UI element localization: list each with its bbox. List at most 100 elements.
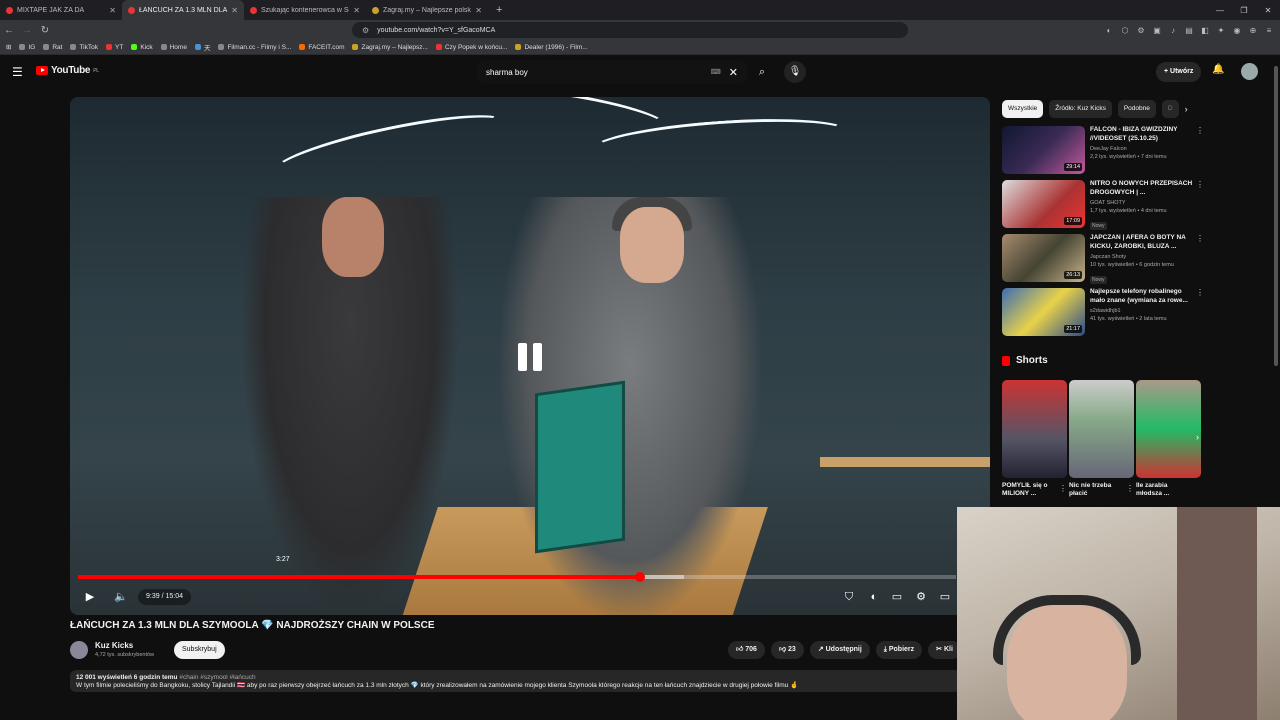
forward-icon[interactable]: → — [18, 25, 36, 36]
extension-icon[interactable]: ♪ — [1168, 26, 1178, 35]
close-tab-icon[interactable]: ✕ — [353, 6, 360, 15]
new-tab-button[interactable]: + — [488, 4, 510, 16]
miniplayer-shield-icon[interactable]: ⛉ — [842, 589, 856, 605]
extension-icon[interactable]: ⊕ — [1248, 26, 1258, 35]
close-tab-icon[interactable]: ✕ — [475, 6, 482, 15]
channel-name[interactable]: s2dawidhjb1 — [1090, 308, 1194, 314]
extension-icon[interactable]: ◐ — [1104, 26, 1114, 35]
bookmark-item[interactable]: YT — [106, 44, 123, 51]
clear-search-icon[interactable]: ✕ — [729, 66, 738, 79]
short-thumbnail[interactable] — [1002, 380, 1067, 478]
more-options-icon[interactable]: ⋮ — [1059, 484, 1067, 493]
extension-icon[interactable]: ▣ — [1152, 26, 1162, 35]
dislike-button[interactable]: 👎︎ 23 — [770, 641, 804, 659]
bookmark-item[interactable]: 天 — [194, 42, 210, 52]
extension-icon[interactable]: ⬡ — [1120, 26, 1130, 35]
site-info-icon[interactable]: ⚙ — [362, 26, 369, 35]
bookmark-item[interactable]: TikTok — [70, 44, 98, 51]
hamburger-menu-icon[interactable]: ☰ — [12, 65, 23, 79]
bookmark-item[interactable]: FACEIT.com — [299, 44, 344, 51]
chevron-right-icon[interactable]: › — [1185, 100, 1188, 118]
download-button[interactable]: ⤓ Pobierz — [875, 641, 923, 659]
bookmark-item[interactable]: Kick — [131, 44, 153, 51]
search-input[interactable]: sharma boy ⌨ ✕ — [476, 60, 748, 84]
minimize-icon[interactable]: — — [1208, 6, 1232, 15]
browser-tab-2[interactable]: ŁAŃCUCH ZA 1.3 MLN DLA S ✕ — [122, 0, 244, 20]
close-tab-icon[interactable]: ✕ — [109, 6, 116, 15]
bookmark-item[interactable]: Rat — [43, 44, 62, 51]
microphone-icon[interactable]: 🎙 — [784, 61, 806, 83]
description-box[interactable]: 12 001 wyświetleń 6 godzin temu #chain #… — [70, 670, 960, 692]
video-title[interactable]: JAPCZAN | AFERA O BOTY NA KICKU, ZAROBKI… — [1090, 234, 1194, 251]
channel-name[interactable]: Japczan Shoty — [1090, 254, 1194, 260]
theater-mode-icon[interactable]: ▭ — [938, 589, 952, 605]
video-title[interactable]: Najlepsze telefony robalinego mało znane… — [1090, 288, 1194, 305]
chip-similar[interactable]: Podobne — [1117, 100, 1156, 118]
browser-menu-icon[interactable]: ≡ — [1264, 26, 1274, 35]
short-item[interactable]: Nic nie trzeba płacić ⋮ — [1069, 380, 1134, 498]
video-thumbnail[interactable]: 17:09 — [1002, 180, 1085, 228]
clip-button[interactable]: ✂ Kli — [928, 641, 961, 659]
channel-name[interactable]: Kuz Kicks — [95, 641, 133, 650]
recommended-video[interactable]: 29:14 FALCON - IBIZA GWIŹDZINY //VIDEOSE… — [1002, 126, 1204, 174]
video-thumbnail[interactable]: 29:14 — [1002, 126, 1085, 174]
short-item[interactable]: POMYLIŁ się o MILIONY ... ⋮ — [1002, 380, 1067, 498]
recommended-video[interactable]: 17:09 NITRO O NOWYCH PRZEPISACH DROGOWYC… — [1002, 180, 1204, 230]
channel-name[interactable]: GOAT SHOTY — [1090, 200, 1194, 206]
back-icon[interactable]: ← — [0, 25, 18, 36]
more-options-icon[interactable]: ⋮ — [1126, 484, 1134, 493]
subscribe-button[interactable]: Subskrybuj — [174, 641, 225, 659]
browser-tab-3[interactable]: Szukając kontenerowca w Somalii - Y✕ — [244, 0, 366, 20]
bookmark-item[interactable]: IG — [19, 44, 35, 51]
settings-gear-icon[interactable]: ⚙ — [914, 589, 928, 605]
browser-tab-4[interactable]: Zagraj.my – Najlepsze polskie quizy✕ — [366, 0, 488, 20]
create-button[interactable]: + Utwórz — [1156, 62, 1202, 82]
more-options-icon[interactable]: ⋮ — [1196, 180, 1204, 189]
video-player[interactable]: 3:27 ▶ 🔈 9:39 / 15:04 ⛉ ◐ ▭ ⚙ ▭ — [70, 97, 990, 615]
keyboard-icon[interactable]: ⌨ — [711, 68, 721, 76]
short-item[interactable]: Ile zarabia młodsza ... — [1136, 380, 1201, 498]
more-options-icon[interactable]: ⋮ — [1196, 126, 1204, 135]
short-thumbnail[interactable] — [1069, 380, 1134, 478]
short-title[interactable]: Ile zarabia młodsza ... — [1136, 482, 1188, 498]
notifications-bell-icon[interactable]: 🔔 — [1212, 64, 1224, 75]
sidebar-toggle-icon[interactable]: ▤ — [1184, 26, 1194, 35]
short-title[interactable]: POMYLIŁ się o MILIONY ... — [1002, 482, 1054, 498]
bookmark-item[interactable]: Filman.cc - Filmy i S... — [218, 44, 291, 51]
reload-icon[interactable]: ↻ — [36, 25, 54, 36]
autoplay-toggle[interactable]: ◐ — [866, 589, 882, 605]
bookmark-item[interactable]: Home — [160, 44, 187, 51]
maximize-icon[interactable]: ❐ — [1232, 6, 1256, 15]
bookmark-item[interactable]: Dealer (1996) - Film... — [515, 44, 588, 51]
bookmark-item[interactable]: Czy Popek w końcu... — [435, 44, 507, 51]
like-button[interactable]: 👍︎ 706 — [728, 641, 765, 659]
video-title[interactable]: FALCON - IBIZA GWIŹDZINY //VIDEOSET (25.… — [1090, 126, 1194, 143]
extension-icon[interactable]: ✦ — [1216, 26, 1226, 35]
chip-source[interactable]: Źródło: Kuz Kicks — [1049, 100, 1112, 118]
scrubber-handle[interactable] — [634, 572, 645, 582]
video-thumbnail[interactable]: 26:13 — [1002, 234, 1085, 282]
chevron-right-icon[interactable]: › — [1196, 432, 1199, 442]
chip-all[interactable]: Wszystkie — [1002, 100, 1044, 118]
search-icon[interactable]: ⌕ — [752, 62, 772, 82]
bookmark-item[interactable]: Zagraj.my – Najlepsz... — [352, 44, 428, 51]
video-thumbnail[interactable]: 21:17 — [1002, 288, 1085, 336]
short-thumbnail[interactable] — [1136, 380, 1201, 478]
extension-icon[interactable]: ⚙ — [1136, 26, 1146, 35]
video-title[interactable]: NITRO O NOWYCH PRZEPISACH DROGOWYCH | ..… — [1090, 180, 1194, 197]
recommended-video[interactable]: 21:17 Najlepsze telefony robalinego mało… — [1002, 288, 1204, 336]
extension-icon[interactable]: ◧ — [1200, 26, 1210, 35]
volume-icon[interactable]: 🔈 — [114, 589, 128, 605]
chip-more[interactable]: D — [1161, 100, 1179, 118]
apps-grid-icon[interactable]: ⊞ — [6, 43, 11, 51]
channel-name[interactable]: DeeJay Falcon — [1090, 146, 1194, 152]
page-scrollbar[interactable] — [1273, 56, 1280, 507]
account-avatar[interactable] — [1241, 63, 1258, 80]
more-options-icon[interactable]: ⋮ — [1196, 288, 1204, 297]
extension-icon[interactable]: ◉ — [1232, 26, 1242, 35]
recommended-video[interactable]: 26:13 JAPCZAN | AFERA O BOTY NA KICKU, Z… — [1002, 234, 1204, 284]
play-icon[interactable]: ▶ — [82, 589, 98, 605]
close-window-icon[interactable]: ✕ — [1256, 6, 1280, 15]
more-options-icon[interactable]: ⋮ — [1196, 234, 1204, 243]
share-button[interactable]: ↗ Udostępnij — [809, 641, 870, 659]
